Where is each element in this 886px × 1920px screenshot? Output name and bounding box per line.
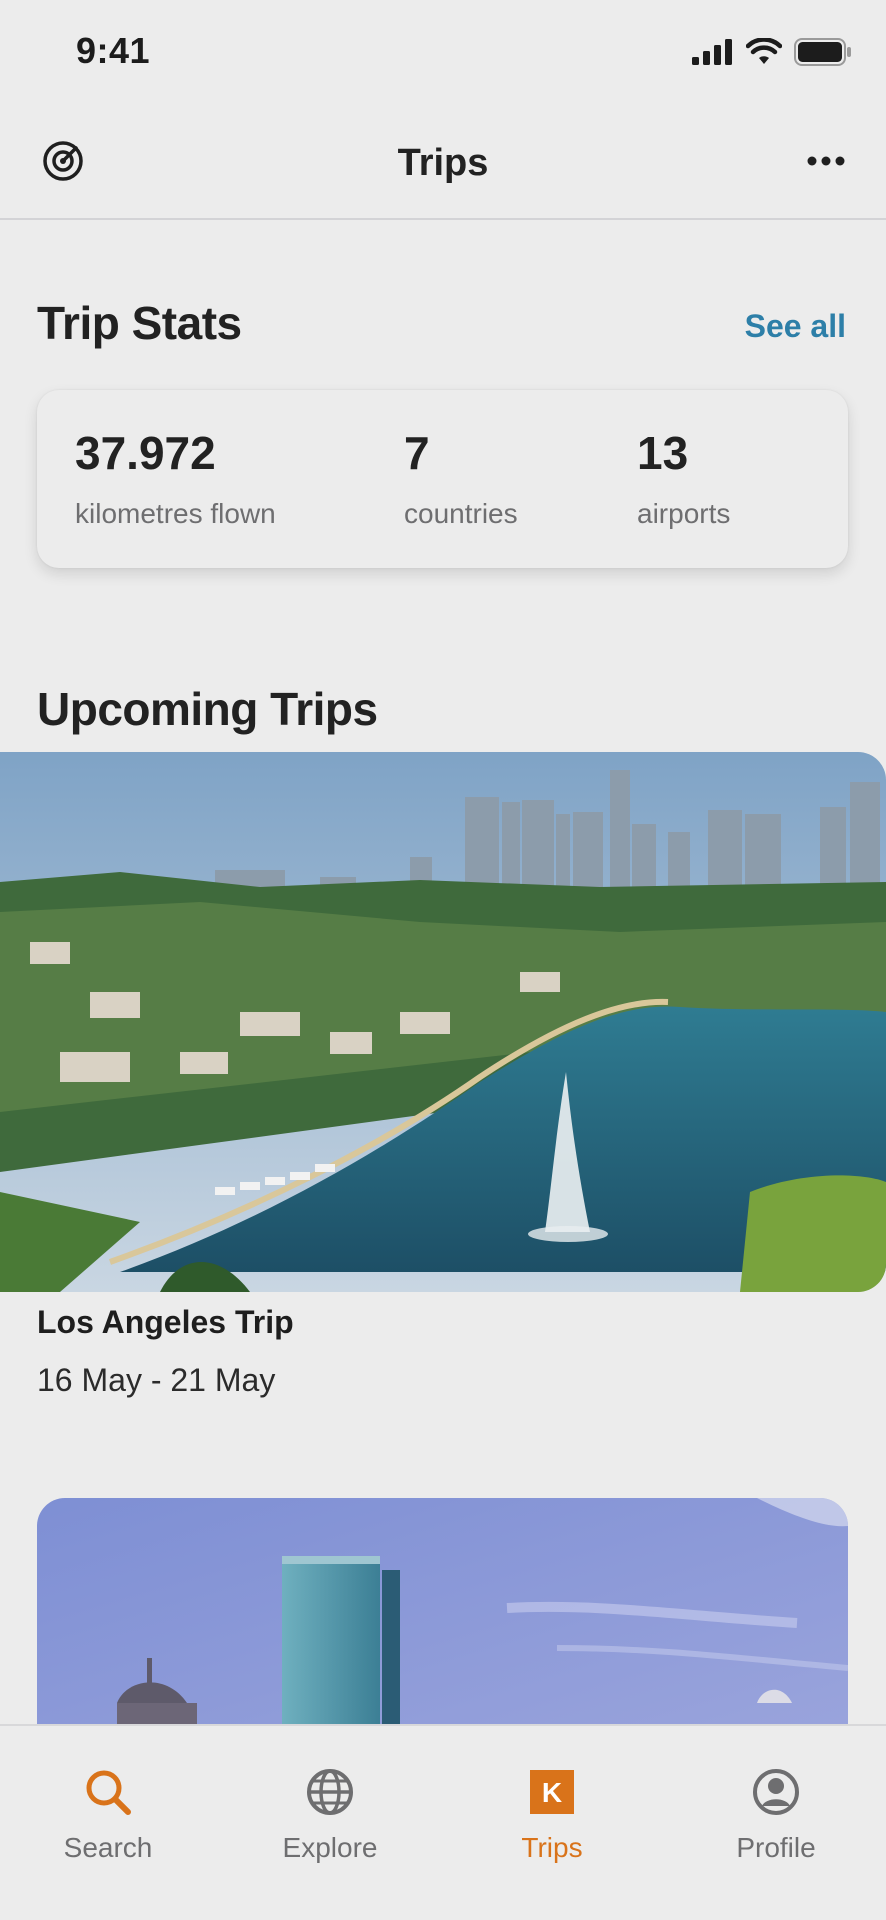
tab-label: Explore xyxy=(282,1832,378,1863)
trip-name[interactable]: Los Angeles Trip xyxy=(37,1304,294,1341)
wifi-icon xyxy=(746,38,782,64)
stat-kilometres: 37.972 kilometres flown xyxy=(75,430,276,530)
stat-value: 7 xyxy=(404,427,430,479)
tab-explore[interactable]: Explore xyxy=(230,1744,430,1864)
stat-value: 37.972 xyxy=(75,427,216,479)
tab-label: Search xyxy=(63,1832,153,1863)
search-icon xyxy=(86,1770,131,1815)
more-options-icon[interactable] xyxy=(804,146,848,176)
globe-icon xyxy=(307,1769,353,1815)
stat-countries: 7 countries xyxy=(404,430,518,530)
tab-trips[interactable]: K Trips xyxy=(452,1744,652,1864)
trips-k-icon: K xyxy=(530,1770,574,1814)
tab-label: Profile xyxy=(736,1832,816,1863)
page-title: Trips xyxy=(397,142,489,184)
tab-search[interactable]: Search xyxy=(8,1744,208,1864)
stat-value: 13 xyxy=(637,427,689,479)
upcoming-trips-title: Upcoming Trips xyxy=(37,683,378,735)
tab-bar: Search Explore K Trips Profile xyxy=(0,1724,886,1920)
stat-label: airports xyxy=(637,498,731,529)
trip-image-los-angeles[interactable] xyxy=(0,752,886,1292)
app-header: Trips xyxy=(0,110,886,220)
see-all-link[interactable]: See all xyxy=(745,308,846,345)
status-time: 9:41 xyxy=(76,30,151,71)
trip-stats-title: Trip Stats xyxy=(37,297,242,349)
status-icons xyxy=(692,36,852,68)
tab-profile[interactable]: Profile xyxy=(676,1744,876,1864)
svg-text:K: K xyxy=(542,1777,562,1808)
tab-label: Trips xyxy=(521,1832,583,1863)
status-bar: 9:41 xyxy=(0,0,886,104)
stat-airports: 13 airports xyxy=(637,430,730,530)
battery-icon xyxy=(794,38,851,66)
trip-image-next[interactable] xyxy=(37,1498,848,1738)
stat-label: kilometres flown xyxy=(75,498,276,529)
trip-dates: 16 May - 21 May xyxy=(37,1362,276,1398)
profile-icon xyxy=(753,1769,799,1815)
signal-icon xyxy=(692,39,732,65)
trip-stats-card[interactable]: 37.972 kilometres flown 7 countries 13 a… xyxy=(37,390,848,568)
stat-label: countries xyxy=(404,498,518,529)
